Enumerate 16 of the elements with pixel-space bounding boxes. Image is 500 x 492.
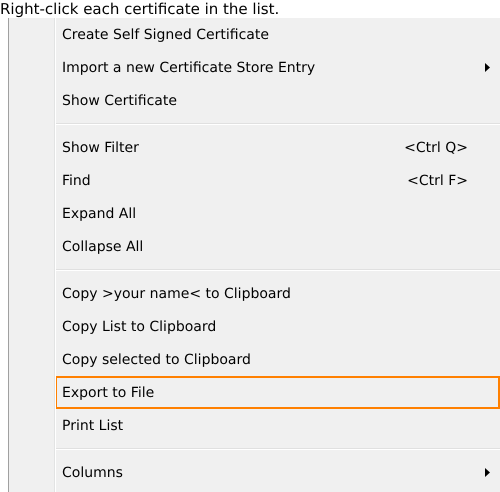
menu-item[interactable]: Create Self Signed Certificate: [55, 18, 500, 51]
menu-item[interactable]: Show Certificate: [55, 84, 500, 117]
menu-item[interactable]: Columns: [55, 456, 500, 489]
menu-item[interactable]: Find <Ctrl F>: [55, 164, 500, 197]
menu-item[interactable]: Export to File: [55, 376, 500, 409]
menu-item[interactable]: Copy List to Clipboard: [55, 310, 500, 343]
menu-item[interactable]: Expand All: [55, 197, 500, 230]
menu-item[interactable]: Collapse All: [55, 230, 500, 263]
menu-item[interactable]: Import a new Certificate Store Entry: [55, 51, 500, 84]
submenu-arrow-icon: [485, 63, 490, 72]
submenu-arrow-icon: [485, 468, 490, 477]
menu-item[interactable]: Copy selected to Clipboard: [55, 343, 500, 376]
menu-item[interactable]: Copy >your name< to Clipboard: [55, 277, 500, 310]
menu-item[interactable]: Show Filter <Ctrl Q>: [55, 131, 500, 164]
menu-item[interactable]: Print List: [55, 409, 500, 442]
instruction-text: Right-click each certificate in the list.: [0, 0, 280, 18]
